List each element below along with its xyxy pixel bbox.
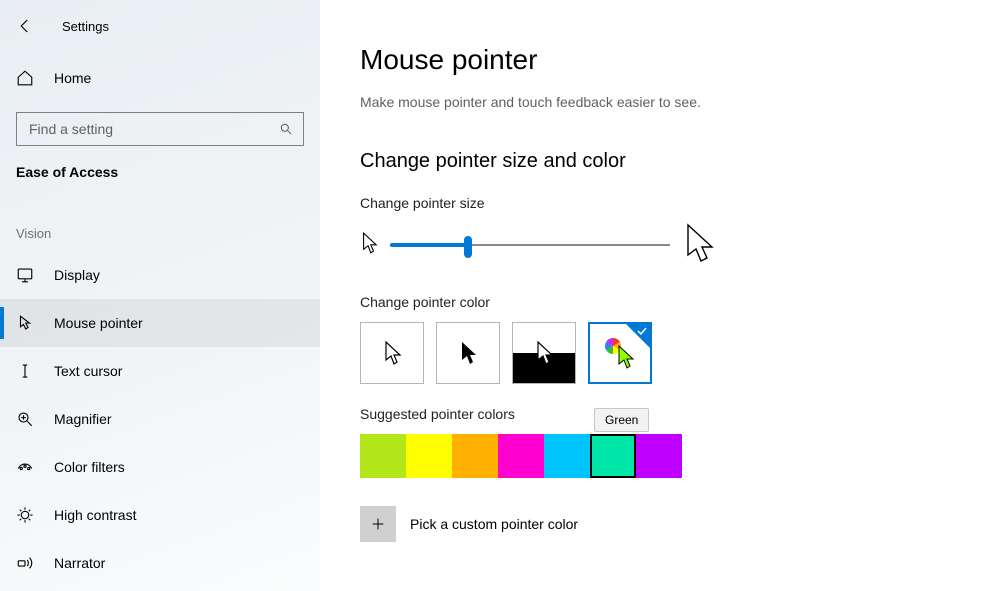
page-title: Mouse pointer bbox=[360, 44, 967, 76]
large-cursor-icon bbox=[682, 223, 716, 266]
nav-label: Text cursor bbox=[54, 363, 122, 379]
app-title: Settings bbox=[62, 19, 109, 34]
nav-label: High contrast bbox=[54, 507, 136, 523]
page-subtitle: Make mouse pointer and touch feedback ea… bbox=[360, 94, 967, 110]
sidebar-item-magnifier[interactable]: Magnifier bbox=[0, 395, 320, 443]
nav-label: Display bbox=[54, 267, 100, 283]
nav-label: Narrator bbox=[54, 555, 105, 571]
sidebar-item-narrator[interactable]: Narrator bbox=[0, 539, 320, 587]
sidebar-item-display[interactable]: Display bbox=[0, 251, 320, 299]
cursor-black-icon bbox=[458, 340, 478, 366]
search-input-field[interactable] bbox=[27, 120, 253, 138]
pointer-color-label: Change pointer color bbox=[360, 294, 967, 310]
color-swatch-cyan[interactable] bbox=[544, 434, 590, 478]
group-label: Vision bbox=[0, 190, 320, 251]
color-swatch-yellow[interactable] bbox=[406, 434, 452, 478]
nav-label: Magnifier bbox=[54, 411, 112, 427]
pick-custom-color-label: Pick a custom pointer color bbox=[410, 516, 578, 532]
mouse-pointer-icon bbox=[16, 314, 34, 332]
nav-label: Color filters bbox=[54, 459, 125, 475]
color-swatch-purple[interactable] bbox=[636, 434, 682, 478]
slider-fill bbox=[390, 243, 468, 247]
display-icon bbox=[16, 266, 34, 284]
color-filters-icon bbox=[16, 458, 34, 476]
search-input[interactable] bbox=[16, 112, 304, 146]
cursor-white-icon bbox=[382, 340, 402, 366]
sidebar-item-text-cursor[interactable]: Text cursor bbox=[0, 347, 320, 395]
color-swatch-green[interactable] bbox=[590, 434, 636, 478]
narrator-icon bbox=[16, 554, 34, 572]
sidebar-item-high-contrast[interactable]: High contrast bbox=[0, 491, 320, 539]
color-swatch-pink[interactable] bbox=[498, 434, 544, 478]
pick-custom-color-button[interactable] bbox=[360, 506, 396, 542]
nav-label: Mouse pointer bbox=[54, 315, 143, 331]
text-cursor-icon bbox=[16, 362, 34, 380]
suggested-color-swatches bbox=[360, 434, 967, 478]
search-icon bbox=[279, 122, 293, 136]
category-label: Ease of Access bbox=[0, 164, 320, 190]
pointer-size-slider[interactable] bbox=[390, 235, 670, 255]
plus-icon bbox=[370, 516, 386, 532]
back-button[interactable]: Settings bbox=[16, 10, 304, 42]
pointer-color-inverted[interactable] bbox=[512, 322, 576, 384]
pointer-color-custom[interactable] bbox=[588, 322, 652, 384]
cursor-inverted-icon bbox=[534, 340, 554, 366]
magnifier-icon bbox=[16, 410, 34, 428]
home-label: Home bbox=[54, 70, 91, 86]
section-title: Change pointer size and color bbox=[360, 150, 967, 173]
home-icon bbox=[16, 69, 34, 87]
color-swatch-lime[interactable] bbox=[360, 434, 406, 478]
slider-thumb[interactable] bbox=[464, 236, 472, 258]
main-content: Mouse pointer Make mouse pointer and tou… bbox=[320, 0, 1007, 591]
pointer-size-label: Change pointer size bbox=[360, 195, 967, 211]
pointer-color-white[interactable] bbox=[360, 322, 424, 384]
back-arrow-icon bbox=[16, 17, 34, 35]
color-tooltip: Green bbox=[594, 408, 649, 432]
pointer-color-options bbox=[360, 322, 967, 384]
color-swatch-orange[interactable] bbox=[452, 434, 498, 478]
sidebar-item-home[interactable]: Home bbox=[16, 58, 304, 98]
check-icon bbox=[636, 325, 648, 337]
suggested-colors-label: Suggested pointer colors bbox=[360, 406, 967, 422]
sidebar: Settings Home Ease of Access Vision Disp… bbox=[0, 0, 320, 591]
pointer-color-black[interactable] bbox=[436, 322, 500, 384]
small-cursor-icon bbox=[360, 231, 378, 258]
high-contrast-icon bbox=[16, 506, 34, 524]
sidebar-item-color-filters[interactable]: Color filters bbox=[0, 443, 320, 491]
sidebar-item-mouse-pointer[interactable]: Mouse pointer bbox=[0, 299, 320, 347]
nav-list: Display Mouse pointer Text cursor Magnif… bbox=[0, 251, 320, 587]
